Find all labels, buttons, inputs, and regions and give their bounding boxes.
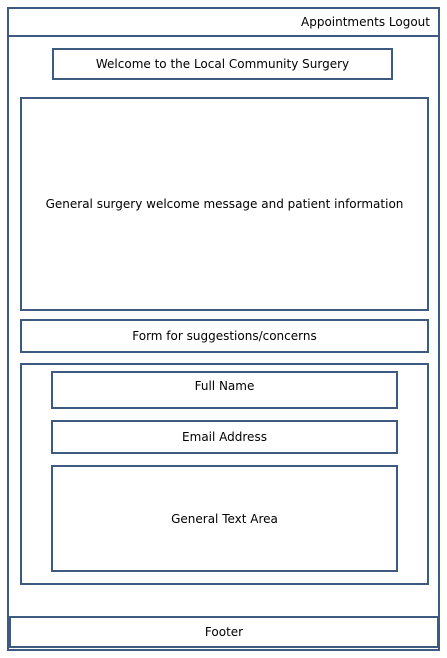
welcome-title-box: Welcome to the Local Community Surgery [52, 48, 393, 80]
form-heading-box: Form for suggestions/concerns [20, 319, 429, 353]
appointments-link[interactable]: Appointments [301, 15, 385, 29]
general-text-area[interactable]: General Text Area [51, 465, 398, 572]
text-area-label: General Text Area [171, 511, 278, 526]
form-heading: Form for suggestions/concerns [132, 329, 317, 343]
top-navigation-bar: Appointments Logout [7, 7, 440, 37]
welcome-title: Welcome to the Local Community Surgery [95, 57, 350, 71]
email-label: Email Address [182, 430, 267, 444]
nav-links: Appointments Logout [301, 15, 430, 29]
footer: Footer [9, 616, 439, 648]
footer-text: Footer [204, 625, 244, 639]
email-field[interactable]: Email Address [51, 420, 398, 454]
logout-link[interactable]: Logout [389, 15, 430, 29]
full-name-label: Full Name [194, 379, 255, 393]
full-name-field[interactable]: Full Name [51, 371, 398, 409]
info-panel: General surgery welcome message and pati… [20, 97, 429, 311]
info-text: General surgery welcome message and pati… [45, 197, 404, 211]
